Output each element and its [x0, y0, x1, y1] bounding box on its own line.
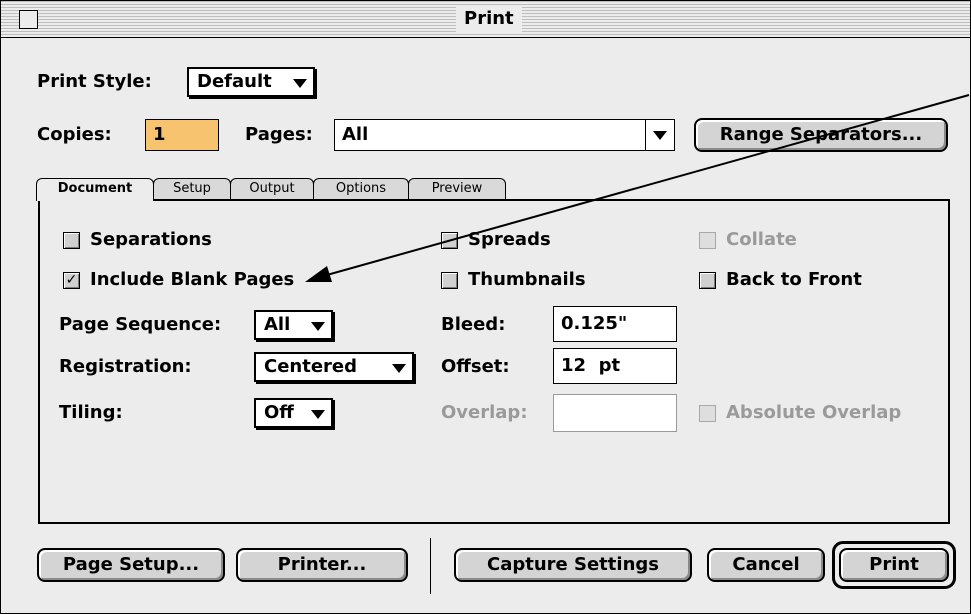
registration-popup[interactable]: Centered [254, 352, 414, 382]
offset-field[interactable]: 12 pt [553, 348, 677, 384]
pages-dropdown-button[interactable] [645, 119, 675, 151]
chevron-down-icon [392, 364, 406, 373]
spreads-checkbox[interactable] [441, 232, 458, 249]
title-bar[interactable]: Print [1, 1, 970, 38]
copies-label: Copies: [37, 124, 112, 145]
pages-value: All [342, 124, 369, 145]
chevron-down-icon [311, 322, 325, 331]
chevron-down-icon [293, 79, 307, 88]
page-sequence-label: Page Sequence: [59, 314, 222, 335]
print-style-value: Default [197, 71, 272, 92]
overlap-label: Overlap: [441, 402, 528, 423]
tiling-value: Off [264, 402, 294, 423]
button-divider [430, 538, 431, 594]
print-style-popup[interactable]: Default [187, 67, 315, 97]
cancel-button[interactable]: Cancel [707, 548, 825, 582]
printer-button[interactable]: Printer... [236, 548, 408, 582]
back-to-front-label: Back to Front [726, 269, 862, 290]
separations-label: Separations [90, 229, 212, 250]
absolute-overlap-checkbox[interactable] [699, 405, 716, 422]
tab-setup[interactable]: Setup [153, 178, 231, 200]
print-button[interactable]: Print [839, 548, 949, 582]
chevron-down-icon [311, 410, 325, 419]
thumbnails-label: Thumbnails [468, 269, 586, 290]
tab-options[interactable]: Options [313, 178, 409, 200]
pages-field[interactable]: All [334, 119, 675, 151]
page-setup-button[interactable]: Page Setup... [37, 548, 225, 582]
tiling-label: Tiling: [59, 402, 123, 423]
window-title: Print [456, 5, 522, 32]
spreads-label: Spreads [468, 229, 551, 250]
include-blank-pages-label: Include Blank Pages [90, 269, 295, 290]
pages-label: Pages: [245, 124, 313, 145]
copies-field[interactable]: 1 [145, 119, 219, 151]
print-style-label: Print Style: [37, 71, 152, 92]
range-separators-button[interactable]: Range Separators... [694, 118, 948, 152]
capture-settings-button[interactable]: Capture Settings [454, 548, 692, 582]
thumbnails-checkbox[interactable] [441, 272, 458, 289]
triangle-down-icon [653, 131, 667, 140]
tab-preview[interactable]: Preview [408, 178, 506, 200]
page-sequence-popup[interactable]: All [254, 310, 333, 340]
overlap-field[interactable] [553, 394, 677, 432]
print-dialog: Print Print Style: Default Copies: 1 Pag… [0, 0, 971, 614]
tiling-popup[interactable]: Off [254, 398, 333, 428]
back-to-front-checkbox[interactable] [699, 272, 716, 289]
offset-label: Offset: [441, 356, 510, 377]
include-blank-pages-checkbox[interactable]: ✓ [63, 272, 80, 289]
bleed-field[interactable]: 0.125" [553, 306, 677, 342]
collate-label: Collate [726, 229, 797, 250]
absolute-overlap-label: Absolute Overlap [726, 402, 902, 423]
page-sequence-value: All [264, 314, 291, 335]
checkmark-icon: ✓ [65, 272, 78, 288]
collate-checkbox[interactable] [699, 232, 716, 249]
separations-checkbox[interactable] [63, 232, 80, 249]
registration-value: Centered [264, 356, 358, 377]
tab-document[interactable]: Document [36, 178, 154, 201]
registration-label: Registration: [59, 356, 192, 377]
close-box-icon[interactable] [19, 10, 38, 29]
bleed-label: Bleed: [441, 314, 506, 335]
tab-output[interactable]: Output [230, 178, 314, 200]
